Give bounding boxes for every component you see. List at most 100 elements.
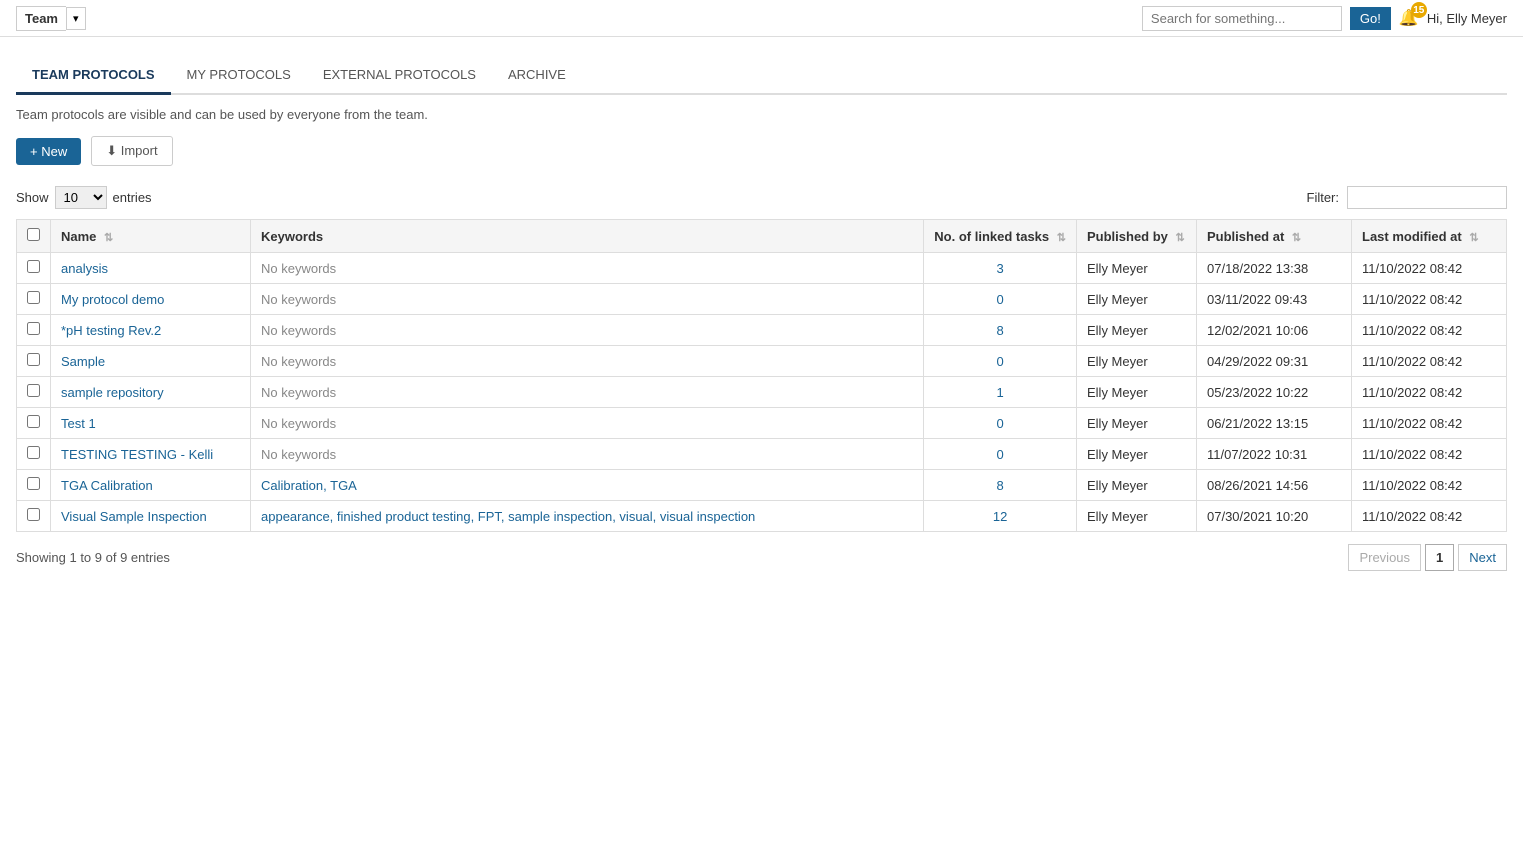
row-linked-tasks-cell: 1 (924, 377, 1077, 408)
linked-tasks-link[interactable]: 8 (997, 478, 1004, 493)
row-checkbox-6[interactable] (27, 446, 40, 459)
team-button[interactable]: Team (16, 6, 66, 31)
row-keywords-cell: No keywords (251, 284, 924, 315)
row-published-by-cell: Elly Meyer (1077, 470, 1197, 501)
show-entries: Show 10 25 50 100 entries (16, 186, 152, 209)
row-last-modified-cell: 11/10/2022 08:42 (1352, 315, 1507, 346)
page-1-button[interactable]: 1 (1425, 544, 1454, 571)
protocol-name-link[interactable]: TGA Calibration (61, 478, 153, 493)
import-button[interactable]: ⬇ Import (91, 136, 172, 166)
col-header-keywords[interactable]: Keywords (251, 220, 924, 253)
protocol-name-link[interactable]: Test 1 (61, 416, 96, 431)
protocol-name-link[interactable]: My protocol demo (61, 292, 164, 307)
table-header-row: Name ⇅ Keywords No. of linked tasks ⇅ Pu… (17, 220, 1507, 253)
row-linked-tasks-cell: 3 (924, 253, 1077, 284)
row-checkbox-cell (17, 501, 51, 532)
row-published-at-cell: 03/11/2022 09:43 (1197, 284, 1352, 315)
row-linked-tasks-cell: 0 (924, 408, 1077, 439)
protocol-name-link[interactable]: Visual Sample Inspection (61, 509, 207, 524)
entries-select[interactable]: 10 25 50 100 (55, 186, 107, 209)
go-button[interactable]: Go! (1350, 7, 1391, 30)
description-text: Team protocols are visible and can be us… (16, 107, 1507, 122)
linked-tasks-link[interactable]: 0 (997, 447, 1004, 462)
col-header-last-modified[interactable]: Last modified at ⇅ (1352, 220, 1507, 253)
row-checkbox-cell (17, 470, 51, 501)
linked-tasks-link[interactable]: 1 (997, 385, 1004, 400)
row-checkbox-1[interactable] (27, 291, 40, 304)
col-header-linked[interactable]: No. of linked tasks ⇅ (924, 220, 1077, 253)
row-checkbox-4[interactable] (27, 384, 40, 397)
linked-tasks-link[interactable]: 0 (997, 292, 1004, 307)
notification-badge: 15 (1411, 2, 1427, 18)
linked-tasks-link[interactable]: 3 (997, 261, 1004, 276)
table-row: SampleNo keywords0Elly Meyer04/29/2022 0… (17, 346, 1507, 377)
row-checkbox-cell (17, 315, 51, 346)
row-checkbox-3[interactable] (27, 353, 40, 366)
row-keywords-cell: appearance, finished product testing, FP… (251, 501, 924, 532)
team-dropdown-button[interactable]: ▾ (66, 7, 86, 30)
protocol-name-link[interactable]: *pH testing Rev.2 (61, 323, 161, 338)
linked-tasks-link[interactable]: 8 (997, 323, 1004, 338)
row-published-at-cell: 07/18/2022 13:38 (1197, 253, 1352, 284)
protocols-table: Name ⇅ Keywords No. of linked tasks ⇅ Pu… (16, 219, 1507, 532)
row-keywords-cell: No keywords (251, 253, 924, 284)
row-linked-tasks-cell: 8 (924, 315, 1077, 346)
protocol-name-link[interactable]: sample repository (61, 385, 164, 400)
row-checkbox-cell (17, 346, 51, 377)
header: Team ▾ Go! 🔔 15 Hi, Elly Meyer (0, 0, 1523, 37)
row-published-by-cell: Elly Meyer (1077, 315, 1197, 346)
row-published-at-cell: 12/02/2021 10:06 (1197, 315, 1352, 346)
linked-tasks-link[interactable]: 12 (993, 509, 1007, 524)
tab-my-protocols[interactable]: MY PROTOCOLS (171, 57, 307, 95)
last-modified-sort-icon: ⇅ (1469, 232, 1478, 244)
search-input[interactable] (1142, 6, 1342, 31)
row-checkbox-5[interactable] (27, 415, 40, 428)
row-checkbox-7[interactable] (27, 477, 40, 490)
linked-tasks-link[interactable]: 0 (997, 416, 1004, 431)
notification-bell[interactable]: 🔔 15 (1399, 8, 1419, 28)
tab-archive[interactable]: ARCHIVE (492, 57, 582, 95)
row-last-modified-cell: 11/10/2022 08:42 (1352, 253, 1507, 284)
table-row: sample repositoryNo keywords1Elly Meyer0… (17, 377, 1507, 408)
row-linked-tasks-cell: 8 (924, 470, 1077, 501)
row-keywords-cell: Calibration, TGA (251, 470, 924, 501)
row-checkbox-0[interactable] (27, 260, 40, 273)
col-header-published-by[interactable]: Published by ⇅ (1077, 220, 1197, 253)
linked-tasks-link[interactable]: 0 (997, 354, 1004, 369)
filter-row: Filter: (1307, 186, 1508, 209)
row-published-at-cell: 08/26/2021 14:56 (1197, 470, 1352, 501)
protocol-name-link[interactable]: TESTING TESTING - Kelli (61, 447, 213, 462)
col-header-published-at[interactable]: Published at ⇅ (1197, 220, 1352, 253)
header-left: Team ▾ (16, 6, 86, 31)
row-name-cell: TGA Calibration (51, 470, 251, 501)
row-published-at-cell: 06/21/2022 13:15 (1197, 408, 1352, 439)
next-button[interactable]: Next (1458, 544, 1507, 571)
previous-button[interactable]: Previous (1348, 544, 1421, 571)
protocol-name-link[interactable]: analysis (61, 261, 108, 276)
col-header-checkbox[interactable] (17, 220, 51, 253)
row-last-modified-cell: 11/10/2022 08:42 (1352, 346, 1507, 377)
filter-input[interactable] (1347, 186, 1507, 209)
row-checkbox-8[interactable] (27, 508, 40, 521)
filter-label: Filter: (1307, 190, 1340, 205)
row-linked-tasks-cell: 0 (924, 284, 1077, 315)
new-button[interactable]: + New (16, 138, 81, 165)
row-name-cell: *pH testing Rev.2 (51, 315, 251, 346)
main-content: TEAM PROTOCOLS MY PROTOCOLS EXTERNAL PRO… (0, 37, 1523, 591)
row-name-cell: Visual Sample Inspection (51, 501, 251, 532)
user-greeting: Hi, Elly Meyer (1427, 11, 1507, 26)
col-header-name[interactable]: Name ⇅ (51, 220, 251, 253)
row-published-at-cell: 04/29/2022 09:31 (1197, 346, 1352, 377)
linked-sort-icon: ⇅ (1057, 232, 1066, 244)
pagination-row: Showing 1 to 9 of 9 entries Previous 1 N… (16, 544, 1507, 571)
tab-external-protocols[interactable]: EXTERNAL PROTOCOLS (307, 57, 492, 95)
select-all-checkbox[interactable] (27, 228, 40, 241)
protocol-name-link[interactable]: Sample (61, 354, 105, 369)
published-at-sort-icon: ⇅ (1292, 232, 1301, 244)
row-last-modified-cell: 11/10/2022 08:42 (1352, 408, 1507, 439)
tab-team-protocols[interactable]: TEAM PROTOCOLS (16, 57, 171, 95)
row-linked-tasks-cell: 12 (924, 501, 1077, 532)
row-checkbox-2[interactable] (27, 322, 40, 335)
row-name-cell: Sample (51, 346, 251, 377)
row-name-cell: My protocol demo (51, 284, 251, 315)
